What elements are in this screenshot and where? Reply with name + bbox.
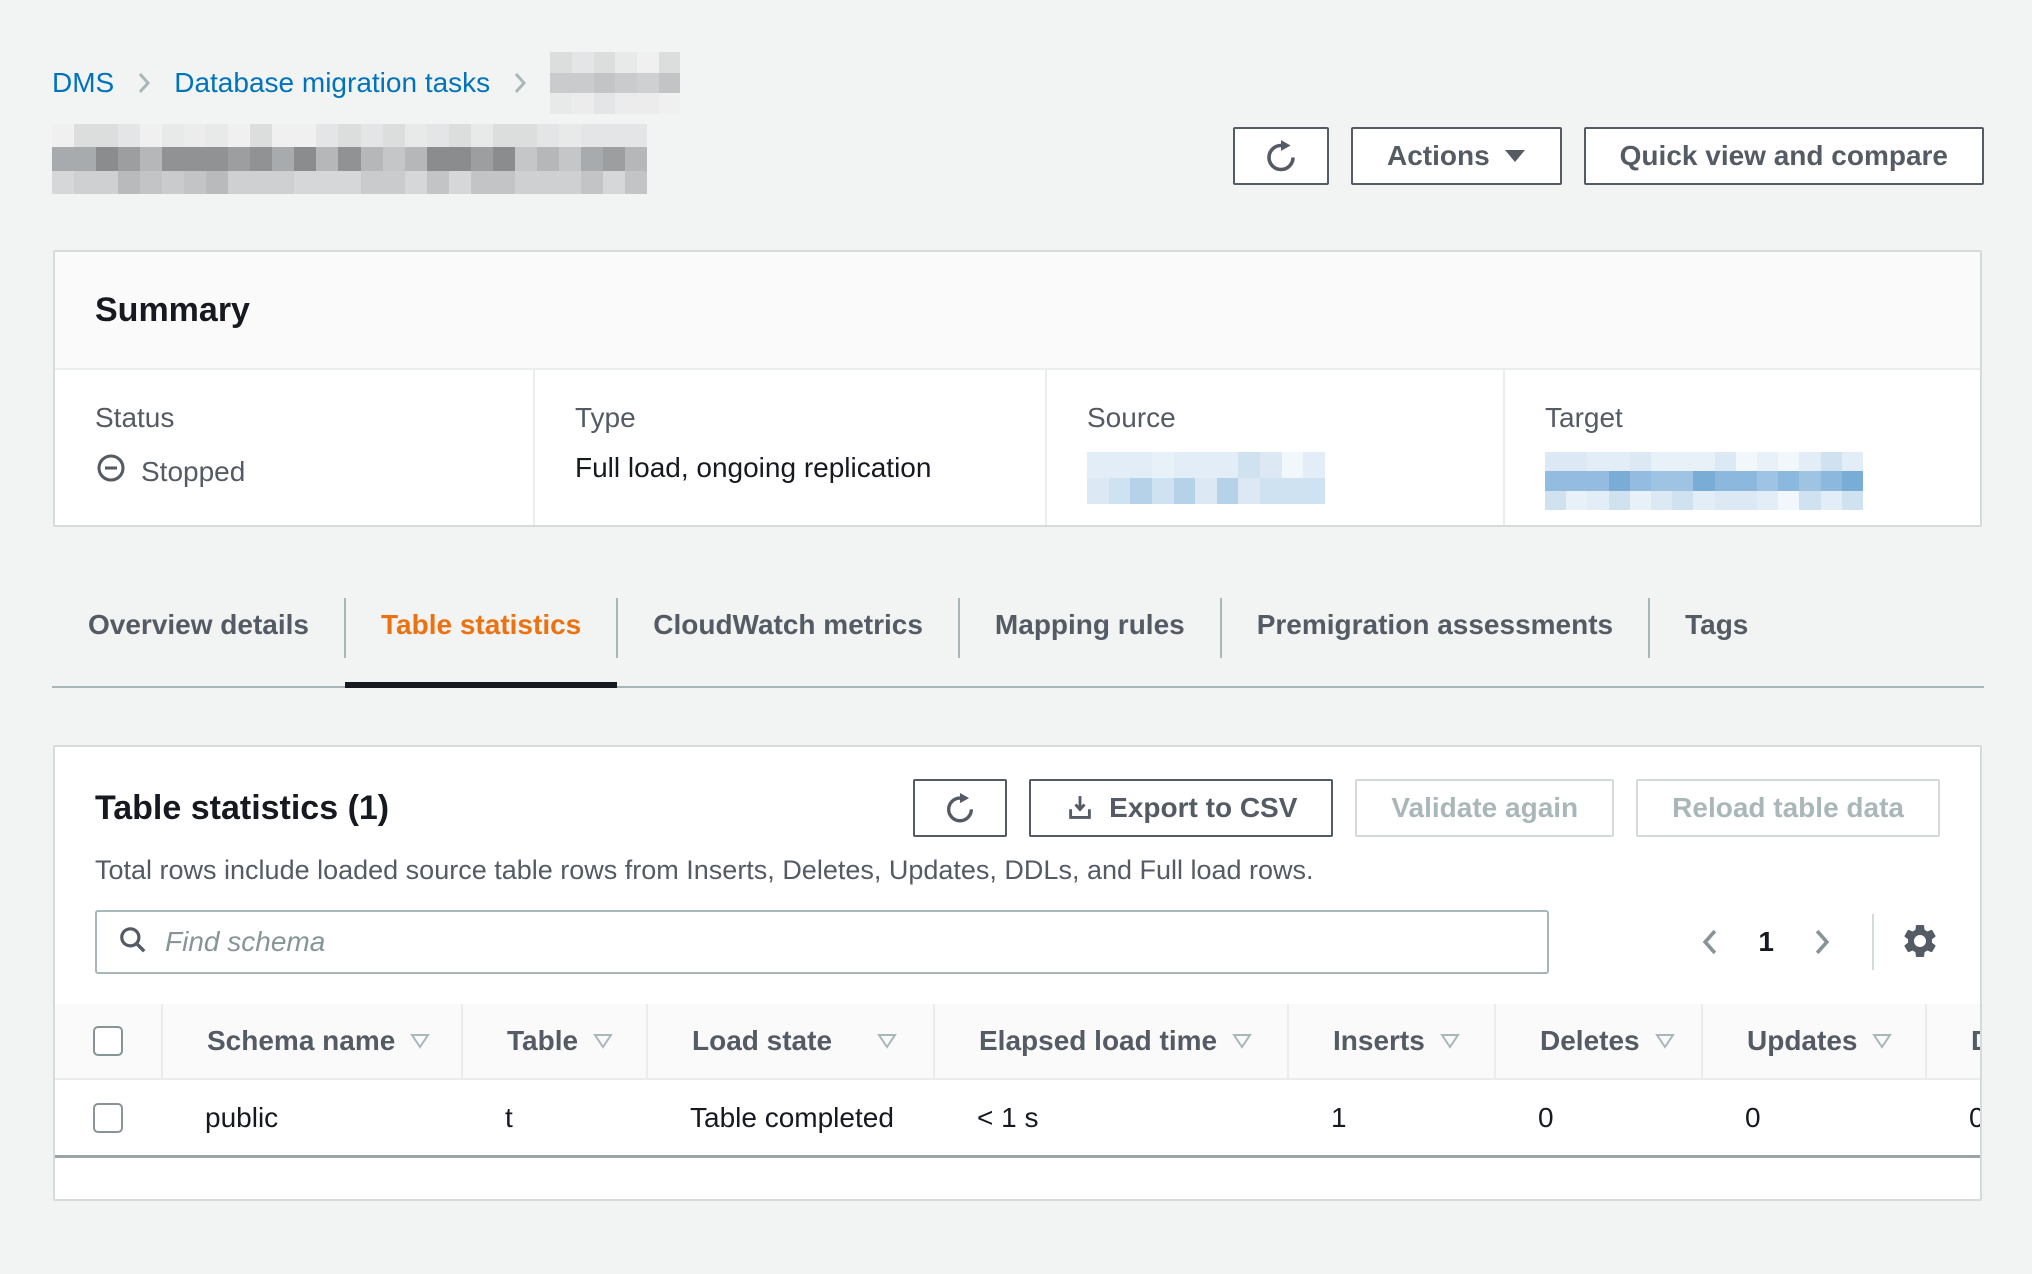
next-page-button[interactable] xyxy=(1800,920,1844,964)
table-statistics-title: Table statistics (1) xyxy=(95,789,913,828)
column-label: DDLs xyxy=(1971,1025,1980,1057)
table-statistics-panel: Table statistics (1) xyxy=(53,745,1982,1201)
summary-title: Summary xyxy=(95,291,250,330)
sort-icon xyxy=(409,1032,431,1050)
row-checkbox[interactable] xyxy=(93,1103,123,1133)
stopped-icon xyxy=(95,452,127,491)
row-select-cell xyxy=(55,1080,161,1155)
summary-panel: Summary Status Stopped Type Full load, xyxy=(53,250,1982,527)
actions-label: Actions xyxy=(1387,140,1490,172)
pagination-divider xyxy=(1872,914,1874,970)
gear-icon xyxy=(1900,921,1940,964)
column-label: Table xyxy=(507,1025,578,1057)
actions-dropdown-button[interactable]: Actions xyxy=(1351,127,1562,185)
source-label: Source xyxy=(1087,402,1503,434)
source-endpoint-redacted[interactable] xyxy=(1087,452,1325,504)
tab-table-statistics[interactable]: Table statistics xyxy=(345,592,617,686)
breadcrumb: DMS Database migration tasks xyxy=(52,52,680,114)
sort-icon xyxy=(592,1032,614,1050)
column-label: Load state xyxy=(692,1025,832,1057)
summary-body: Status Stopped Type Full load, ongoing r… xyxy=(55,370,1980,525)
sort-icon xyxy=(1231,1032,1253,1050)
refresh-icon xyxy=(943,791,977,825)
chevron-right-icon xyxy=(510,69,530,97)
table-header-row: Schema name Table Load state Elapsed load t… xyxy=(55,1004,1980,1080)
summary-source-field: Source xyxy=(1045,370,1503,525)
refresh-button[interactable] xyxy=(1233,127,1329,185)
cell-ddls: 0 xyxy=(1925,1080,1980,1155)
search-icon xyxy=(117,924,149,961)
export-download-icon xyxy=(1065,793,1095,823)
validate-again-button[interactable]: Validate again xyxy=(1355,779,1614,837)
chevron-right-icon xyxy=(134,69,154,97)
select-all-checkbox[interactable] xyxy=(93,1026,123,1056)
export-to-csv-button[interactable]: Export to CSV xyxy=(1029,779,1333,837)
page-title-redacted xyxy=(52,124,647,194)
target-label: Target xyxy=(1545,402,1980,434)
column-header-load-state[interactable]: Load state xyxy=(646,1004,933,1078)
table-statistics-actions: Export to CSV Validate again Reload tabl… xyxy=(913,779,1940,837)
type-label: Type xyxy=(575,402,1045,434)
sort-icon xyxy=(1871,1032,1893,1050)
summary-status-field: Status Stopped xyxy=(55,370,533,525)
tab-tags[interactable]: Tags xyxy=(1649,592,1784,686)
column-header-deletes[interactable]: Deletes xyxy=(1494,1004,1701,1078)
column-label: Deletes xyxy=(1540,1025,1640,1057)
cell-updates: 0 xyxy=(1701,1080,1925,1155)
summary-target-field: Target xyxy=(1503,370,1980,525)
breadcrumb-task-name-redacted xyxy=(550,52,680,114)
schema-search-box xyxy=(95,910,1549,974)
column-label: Inserts xyxy=(1333,1025,1425,1057)
cell-load-state: Table completed xyxy=(646,1080,933,1155)
current-page-number: 1 xyxy=(1758,926,1774,958)
select-all-cell xyxy=(55,1004,161,1078)
table-settings-button[interactable] xyxy=(1900,921,1940,964)
column-header-updates[interactable]: Updates xyxy=(1701,1004,1925,1078)
tab-overview-details[interactable]: Overview details xyxy=(52,592,345,686)
column-label: Elapsed load time xyxy=(979,1025,1217,1057)
status-value: Stopped xyxy=(95,452,533,491)
cell-inserts: 1 xyxy=(1287,1080,1494,1155)
sort-icon xyxy=(1654,1032,1676,1050)
summary-header: Summary xyxy=(55,252,1980,370)
target-endpoint-redacted[interactable] xyxy=(1545,452,1863,510)
reload-table-data-button[interactable]: Reload table data xyxy=(1636,779,1940,837)
refresh-icon xyxy=(1263,138,1299,174)
column-header-schema-name[interactable]: Schema name xyxy=(161,1004,461,1078)
cell-deletes: 0 xyxy=(1494,1080,1701,1155)
column-header-elapsed-load-time[interactable]: Elapsed load time xyxy=(933,1004,1287,1078)
page-actions: Actions Quick view and compare xyxy=(1233,127,1984,185)
sort-icon xyxy=(876,1032,898,1050)
cell-elapsed-load-time: < 1 s xyxy=(933,1080,1287,1155)
type-value: Full load, ongoing replication xyxy=(575,452,1045,484)
column-header-ddls[interactable]: DDLs xyxy=(1925,1004,1980,1078)
dms-task-page: DMS Database migration tasks Actions xyxy=(0,0,2032,1274)
breadcrumb-migration-tasks[interactable]: Database migration tasks xyxy=(174,67,490,99)
status-label: Status xyxy=(95,402,533,434)
search-input[interactable] xyxy=(165,926,1527,958)
column-header-inserts[interactable]: Inserts xyxy=(1287,1004,1494,1078)
table-statistics-description: Total rows include loaded source table r… xyxy=(95,855,1940,886)
export-to-csv-label: Export to CSV xyxy=(1109,792,1297,824)
tab-premigration-assessments[interactable]: Premigration assessments xyxy=(1221,592,1649,686)
breadcrumb-dms[interactable]: DMS xyxy=(52,67,114,99)
previous-page-button[interactable] xyxy=(1688,920,1732,964)
column-label: Updates xyxy=(1747,1025,1857,1057)
column-header-table[interactable]: Table xyxy=(461,1004,646,1078)
tab-mapping-rules[interactable]: Mapping rules xyxy=(959,592,1221,686)
sort-icon xyxy=(1439,1032,1461,1050)
task-detail-tabs: Overview detailsTable statisticsCloudWat… xyxy=(52,592,1984,688)
statistics-table: Schema name Table Load state Elapsed load t… xyxy=(55,1004,1980,1158)
refresh-table-button[interactable] xyxy=(913,779,1007,837)
pagination: 1 xyxy=(1688,914,1940,970)
column-label: Schema name xyxy=(207,1025,395,1057)
caret-down-icon xyxy=(1504,149,1526,163)
summary-type-field: Type Full load, ongoing replication xyxy=(533,370,1045,525)
quick-view-compare-button[interactable]: Quick view and compare xyxy=(1584,127,1984,185)
table-row: publictTable completed< 1 s1000 xyxy=(55,1080,1980,1158)
tab-cloudwatch-metrics[interactable]: CloudWatch metrics xyxy=(617,592,959,686)
status-text: Stopped xyxy=(141,456,245,488)
cell-schema-name: public xyxy=(161,1080,461,1155)
cell-table: t xyxy=(461,1080,646,1155)
